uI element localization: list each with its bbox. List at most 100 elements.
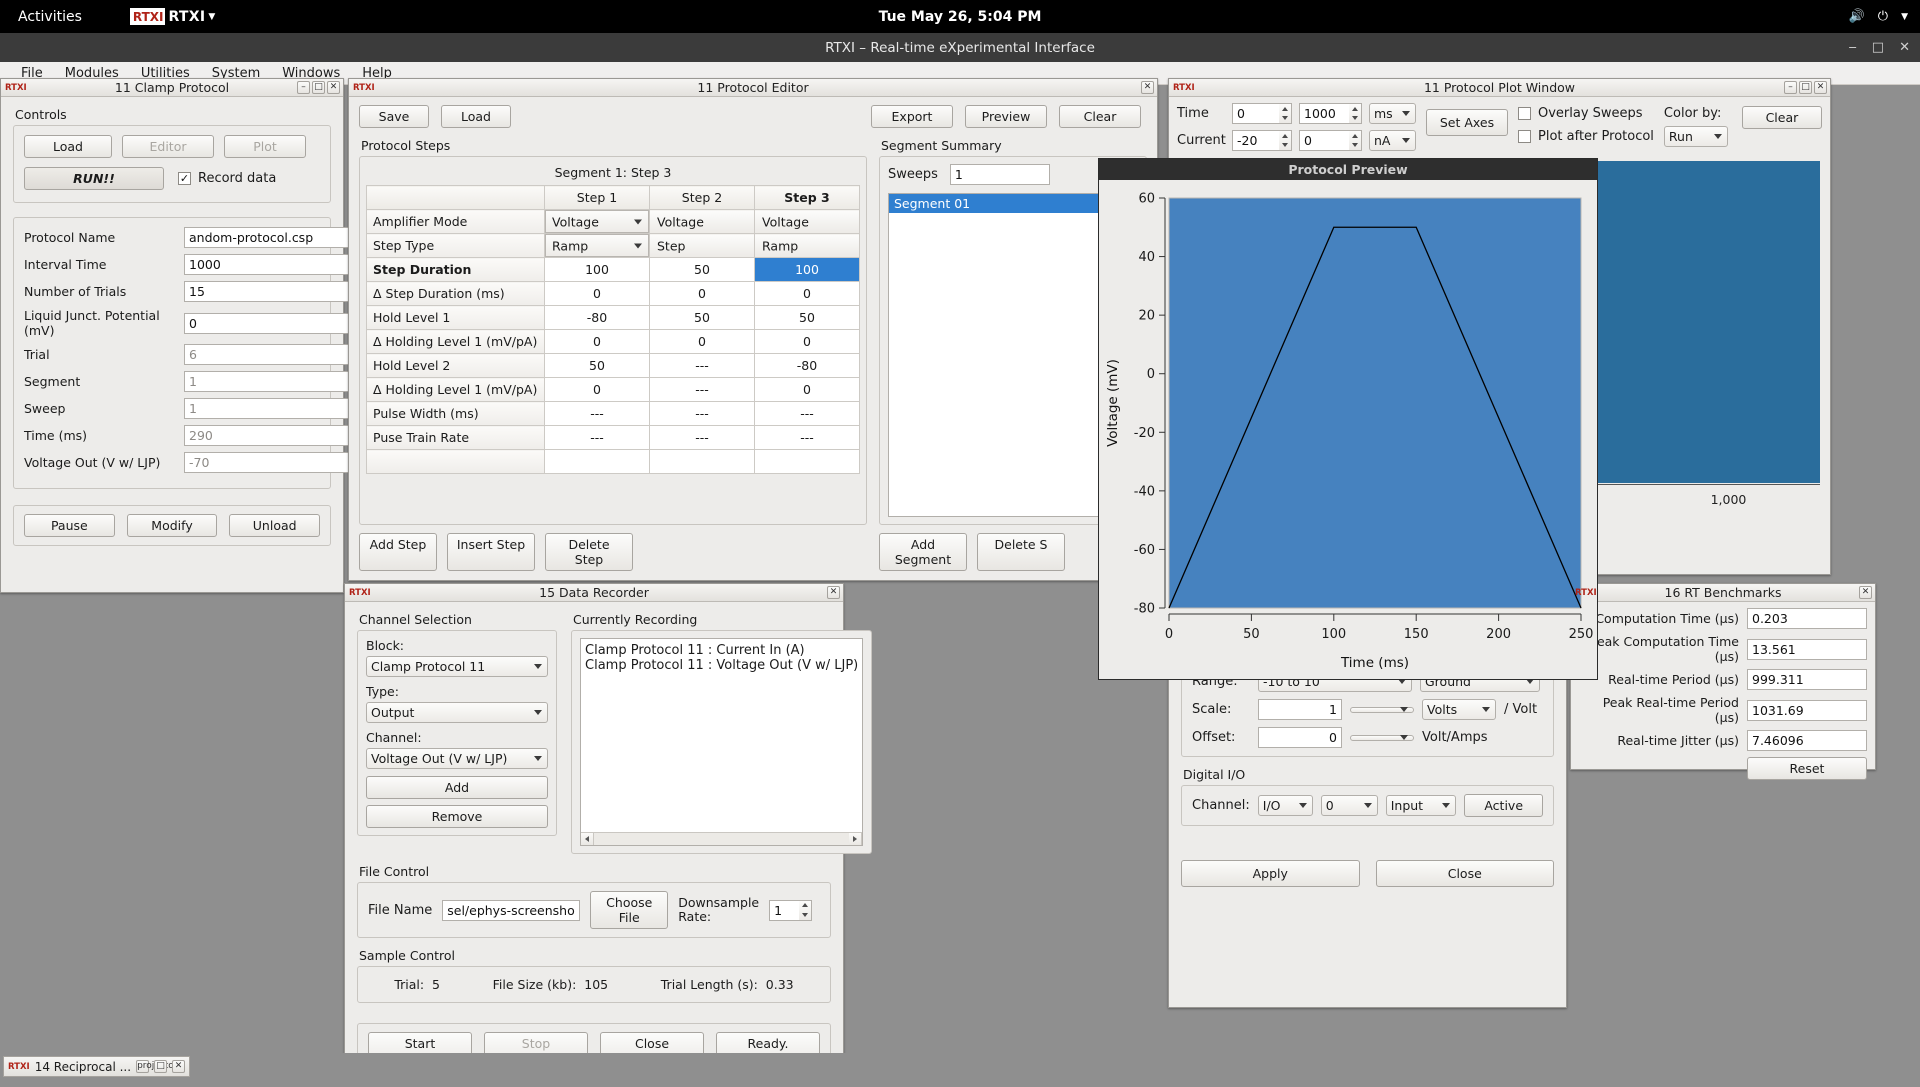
chevron-down-icon[interactable]: ▼ — [1901, 12, 1908, 22]
step-cell[interactable]: --- — [754, 401, 860, 426]
step-column-header[interactable]: Step 1 — [544, 185, 650, 210]
protocol-field-input[interactable] — [184, 227, 350, 248]
analog-scale-prefix-select[interactable] — [1350, 706, 1414, 713]
step-cell[interactable]: -80 — [754, 353, 860, 378]
scroll-left-icon[interactable] — [581, 832, 594, 845]
step-cell[interactable]: 50 — [754, 305, 860, 330]
step-cell[interactable] — [544, 449, 650, 474]
step-cell[interactable]: 50 — [649, 257, 755, 282]
recording-list[interactable]: Clamp Protocol 11 : Current In (A) Clamp… — [580, 638, 864, 846]
sweeps-input[interactable] — [949, 164, 1050, 185]
analog-scale-unit-select[interactable]: Volts — [1422, 699, 1496, 720]
step-cell[interactable] — [649, 449, 755, 474]
file-name-input[interactable] — [442, 899, 581, 921]
close-icon[interactable]: ✕ — [1899, 40, 1910, 55]
horizontal-scrollbar[interactable] — [581, 832, 863, 845]
list-item[interactable]: Clamp Protocol 11 : Voltage Out (V w/ LJ… — [585, 658, 858, 673]
time-max-spinner[interactable] — [1299, 103, 1362, 124]
step-cell[interactable]: 100 — [544, 257, 650, 282]
step-cell[interactable]: 50 — [649, 305, 755, 330]
data-recorder-title-bar[interactable]: RTXI 15 Data Recorder ✕ — [345, 584, 843, 602]
preview-button[interactable]: Preview — [965, 105, 1047, 128]
step-cell-select[interactable]: Step — [649, 233, 755, 258]
analog-offset-prefix-select[interactable] — [1350, 734, 1414, 741]
export-button[interactable]: Export — [871, 105, 953, 128]
current-min-spinner[interactable] — [1232, 130, 1292, 151]
step-cell[interactable]: -80 — [544, 305, 650, 330]
block-select[interactable]: Clamp Protocol 11 — [366, 656, 548, 677]
remove-channel-button[interactable]: Remove — [366, 805, 548, 828]
close-icon[interactable]: ✕ — [1859, 586, 1872, 599]
downsample-rate-spinner[interactable] — [769, 899, 813, 921]
minimize-icon[interactable]: – — [1784, 81, 1797, 94]
maximize-icon[interactable]: □ — [1799, 81, 1812, 94]
reset-button[interactable]: Reset — [1747, 757, 1867, 780]
set-axes-button[interactable]: Set Axes — [1426, 109, 1508, 136]
step-cell[interactable]: --- — [544, 425, 650, 450]
load-button[interactable]: Load — [441, 105, 511, 128]
step-cell[interactable]: --- — [649, 377, 755, 402]
step-cell[interactable]: 0 — [754, 281, 860, 306]
step-cell[interactable]: --- — [649, 353, 755, 378]
rt-benchmarks-window[interactable]: RTXI 16 RT Benchmarks ✕ Computation Time… — [1570, 583, 1876, 780]
step-cell[interactable]: 0 — [649, 281, 755, 306]
apply-button[interactable]: Apply — [1181, 860, 1360, 887]
protocol-field-input[interactable] — [184, 254, 350, 275]
current-min-input[interactable] — [1232, 130, 1279, 151]
close-icon[interactable]: ✕ — [1141, 81, 1154, 94]
step-cell[interactable]: --- — [649, 425, 755, 450]
delete-segment-button[interactable]: Delete S — [977, 533, 1065, 571]
minimize-icon[interactable]: – — [297, 81, 310, 94]
step-cell[interactable]: 0 — [544, 377, 650, 402]
close-icon[interactable]: ✕ — [1814, 81, 1827, 94]
time-unit-select[interactable]: ms — [1369, 103, 1416, 124]
close-icon[interactable]: ✕ — [327, 81, 340, 94]
power-icon[interactable]: ⏻ — [1878, 9, 1888, 24]
plot-after-protocol-checkbox[interactable] — [1518, 130, 1531, 143]
protocol-field-input[interactable] — [184, 312, 350, 334]
add-channel-button[interactable]: Add — [366, 776, 548, 799]
activities-button[interactable]: Activities — [18, 9, 82, 25]
step-cell[interactable]: 50 — [544, 353, 650, 378]
analog-scale-input[interactable] — [1258, 699, 1342, 720]
close-daq-button[interactable]: Close — [1375, 860, 1554, 887]
step-cell[interactable]: 0 — [649, 329, 755, 354]
list-item[interactable]: Clamp Protocol 11 : Current In (A) — [585, 643, 858, 658]
clamp-protocol-window[interactable]: RTXI 11 Clamp Protocol – □ ✕ Controls Lo… — [0, 78, 350, 593]
delete-step-button[interactable]: Delete Step — [545, 533, 633, 571]
editor-button[interactable]: Editor — [122, 135, 214, 158]
clamp-protocol-title-bar[interactable]: RTXI 11 Clamp Protocol – □ ✕ — [1, 79, 343, 97]
step-cell-select[interactable]: Voltage — [754, 209, 860, 234]
modify-button[interactable]: Modify — [126, 514, 218, 537]
pause-button[interactable]: Pause — [24, 514, 115, 537]
insert-step-button[interactable]: Insert Step — [447, 533, 535, 571]
time-max-input[interactable] — [1299, 103, 1349, 124]
minimize-icon[interactable]: ‒ — [1849, 40, 1857, 55]
save-button[interactable]: Save — [359, 105, 429, 128]
system-tray[interactable]: 🔊 ⏻ ▼ — [1849, 9, 1908, 24]
current-max-input[interactable] — [1299, 130, 1349, 151]
unload-button[interactable]: Unload — [229, 514, 321, 537]
load-button[interactable]: Load — [24, 135, 112, 158]
protocol-steps-table[interactable]: Step 1 Step 2 Step 3 Amplifier Mode Voltage… — [366, 185, 860, 474]
step-cell[interactable]: 0 — [544, 281, 650, 306]
step-cell-select[interactable]: Voltage — [649, 209, 755, 234]
digital-active-button[interactable]: Active — [1464, 794, 1543, 817]
downsample-rate-input[interactable] — [769, 899, 800, 921]
data-recorder-window[interactable]: RTXI 15 Data Recorder ✕ Channel Selectio… — [344, 583, 873, 1079]
digital-direction-select[interactable]: Input — [1385, 795, 1457, 816]
step-cell[interactable]: 100 — [754, 257, 860, 282]
digital-channel-number-select[interactable]: 0 — [1320, 795, 1378, 816]
protocol-plot-title-bar[interactable]: RTXI 11 Protocol Plot Window – □ ✕ — [1169, 79, 1830, 97]
current-unit-select[interactable]: nA — [1369, 130, 1416, 151]
time-min-input[interactable] — [1232, 103, 1279, 124]
maximize-icon[interactable]: □ — [154, 1060, 168, 1073]
add-segment-button[interactable]: Add Segment — [879, 533, 967, 571]
app-window-buttons[interactable]: ‒ □ ✕ — [1849, 40, 1910, 55]
close-icon[interactable]: ✕ — [827, 586, 840, 599]
close-icon[interactable]: ✕ — [172, 1060, 186, 1073]
choose-file-button[interactable]: Choose File — [590, 891, 669, 929]
step-column-header[interactable]: Step 2 — [649, 185, 755, 210]
taskbar-item-reciprocal[interactable]: RTXI 14 Reciprocal ... projector; □ ✕ — [3, 1056, 191, 1077]
record-data-checkbox[interactable]: ✓ — [178, 172, 191, 185]
